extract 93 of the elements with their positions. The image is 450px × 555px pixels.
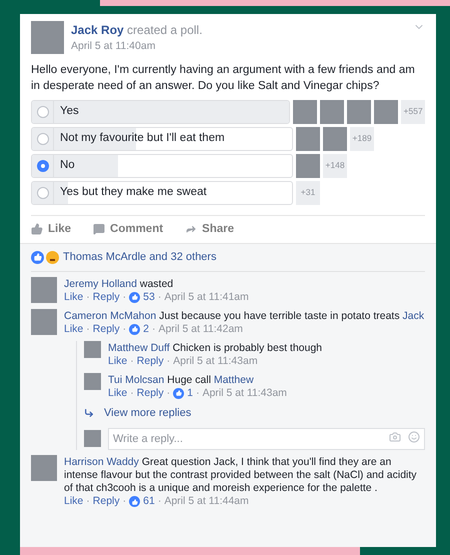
separator-dot: · [152,322,156,336]
post-time: April 5 at 11:40am [71,39,156,54]
separator-dot: · [122,495,126,508]
separator-dot: · [196,386,200,400]
separator-dot: · [166,354,170,368]
like-badge-icon [129,496,140,507]
photo-placeholder [84,340,101,358]
like-reaction-icon [31,250,44,264]
separator-dot: · [86,290,90,304]
share-arrow-icon [185,223,198,236]
comment-time: April 5 at 11:43am [202,386,287,400]
poll-option[interactable]: Not my favourite but I'll eat them [31,126,293,151]
reply-field[interactable]: Write a reply... [108,428,425,450]
photo-placeholder [320,100,344,124]
like-button[interactable]: Like [31,220,72,238]
author-link[interactable]: Jack Roy [71,23,124,37]
share-button[interactable]: Share [185,220,234,238]
emoji-icon[interactable] [408,431,420,443]
commenter-name[interactable]: Jeremy Holland [64,278,137,290]
comment-text: Cameron McMahon Just because you have terrible taste in potato treats Jack [64,310,425,322]
reply-link[interactable]: Reply [136,386,164,400]
photo-placeholder [31,276,57,302]
separator-dot: · [86,322,90,336]
like-badge-icon [129,324,140,334]
commenter-name[interactable]: Matthew Duff [108,342,170,354]
post-text: Hello everyone, I'm currently having an argument with a few friends and am in desperate need of an answer. Do you like Salt and Vinegar chips? [31,62,416,94]
post-header: Jack Roy created a poll. [71,22,204,39]
speech-bubble-icon [93,223,106,236]
reply-link[interactable]: Reply [92,322,120,336]
like-badge-icon [129,292,140,302]
comment-text: Matthew Duff Chicken is probably best though [108,342,324,354]
reply-arrow-icon [84,408,94,418]
photo-placeholder [31,21,64,54]
reply-link[interactable]: Reply [92,290,120,304]
photo-placeholder [293,100,318,124]
separator-dot: · [158,495,162,508]
mention-link[interactable]: Matthew [214,374,254,386]
more-voters-count[interactable]: +557 [401,100,425,124]
option-label: Not my favourite but I'll eat them [59,131,225,146]
comment-text: Tui Molcsan Huge call Matthew [108,374,255,386]
photo-placeholder [84,372,101,390]
like-link[interactable]: Like [108,386,128,400]
poll-option[interactable]: Yes but they make me sweat [31,180,293,205]
reply-link[interactable]: Reply [92,495,120,508]
photo-placeholder [347,100,372,124]
view-more-replies[interactable]: View more replies [84,404,425,421]
comment-button[interactable]: Comment [93,220,164,238]
photo-placeholder [296,154,320,178]
separator-dot: · [166,386,170,400]
option-label: No [59,158,75,174]
like-link[interactable]: Like [108,354,128,368]
poll-option[interactable]: No [31,154,293,178]
commenter-name[interactable]: Tui Molcsan [108,374,164,386]
photo-placeholder [84,430,101,446]
commenter-name[interactable]: Cameron McMahon [64,310,156,322]
more-voters-count[interactable]: +189 [350,126,374,151]
separator-dot: · [130,386,134,400]
angry-reaction-icon [46,250,59,264]
more-voters-count[interactable]: +31 [296,180,320,205]
separator-dot: · [130,354,134,368]
more-voters-count[interactable]: +148 [323,154,347,178]
like-link[interactable]: Like [64,495,84,508]
comment-time: April 5 at 11:44am [164,495,249,508]
like-count: 1 [187,386,193,400]
comment-text: Harrison Waddy Great question Jack, I think that you'll find they are an intense flavour but the contrast provided between the salt (NaCl) and acidity of that ch3cooh is a unique and moreish experience for the palette . [64,456,418,495]
photo-placeholder [374,100,398,124]
mention-link[interactable]: Jack [402,310,424,322]
thumbs-up-icon [31,223,43,236]
like-link[interactable]: Like [64,322,84,336]
photo-placeholder [323,126,347,151]
comment-time: April 5 at 11:42am [158,322,243,336]
like-count: 53 [143,290,155,304]
photo-placeholder [31,455,57,481]
like-count: 2 [143,322,149,336]
camera-icon[interactable] [389,431,401,443]
separator-dot: · [122,322,126,336]
comment-time: April 5 at 11:41am [164,290,249,304]
separator-dot: · [122,290,126,304]
reply-link[interactable]: Reply [136,354,164,368]
comment-time: April 5 at 11:43am [173,354,258,368]
like-link[interactable]: Like [64,290,84,304]
commenter-name[interactable]: Harrison Waddy [64,456,139,468]
photo-placeholder [296,126,320,151]
photo-placeholder [31,308,57,334]
like-count: 61 [143,495,155,508]
comment-text: Jeremy Holland wasted [64,278,174,290]
like-badge-icon [173,388,184,398]
reactions-summary[interactable]: Thomas McArdle and 32 others [63,249,216,266]
option-label: Yes but they make me sweat [59,185,207,200]
poll-option[interactable]: Yes [31,100,290,124]
option-label: Yes [59,104,79,120]
separator-dot: · [158,290,162,304]
separator-dot: · [86,495,90,508]
